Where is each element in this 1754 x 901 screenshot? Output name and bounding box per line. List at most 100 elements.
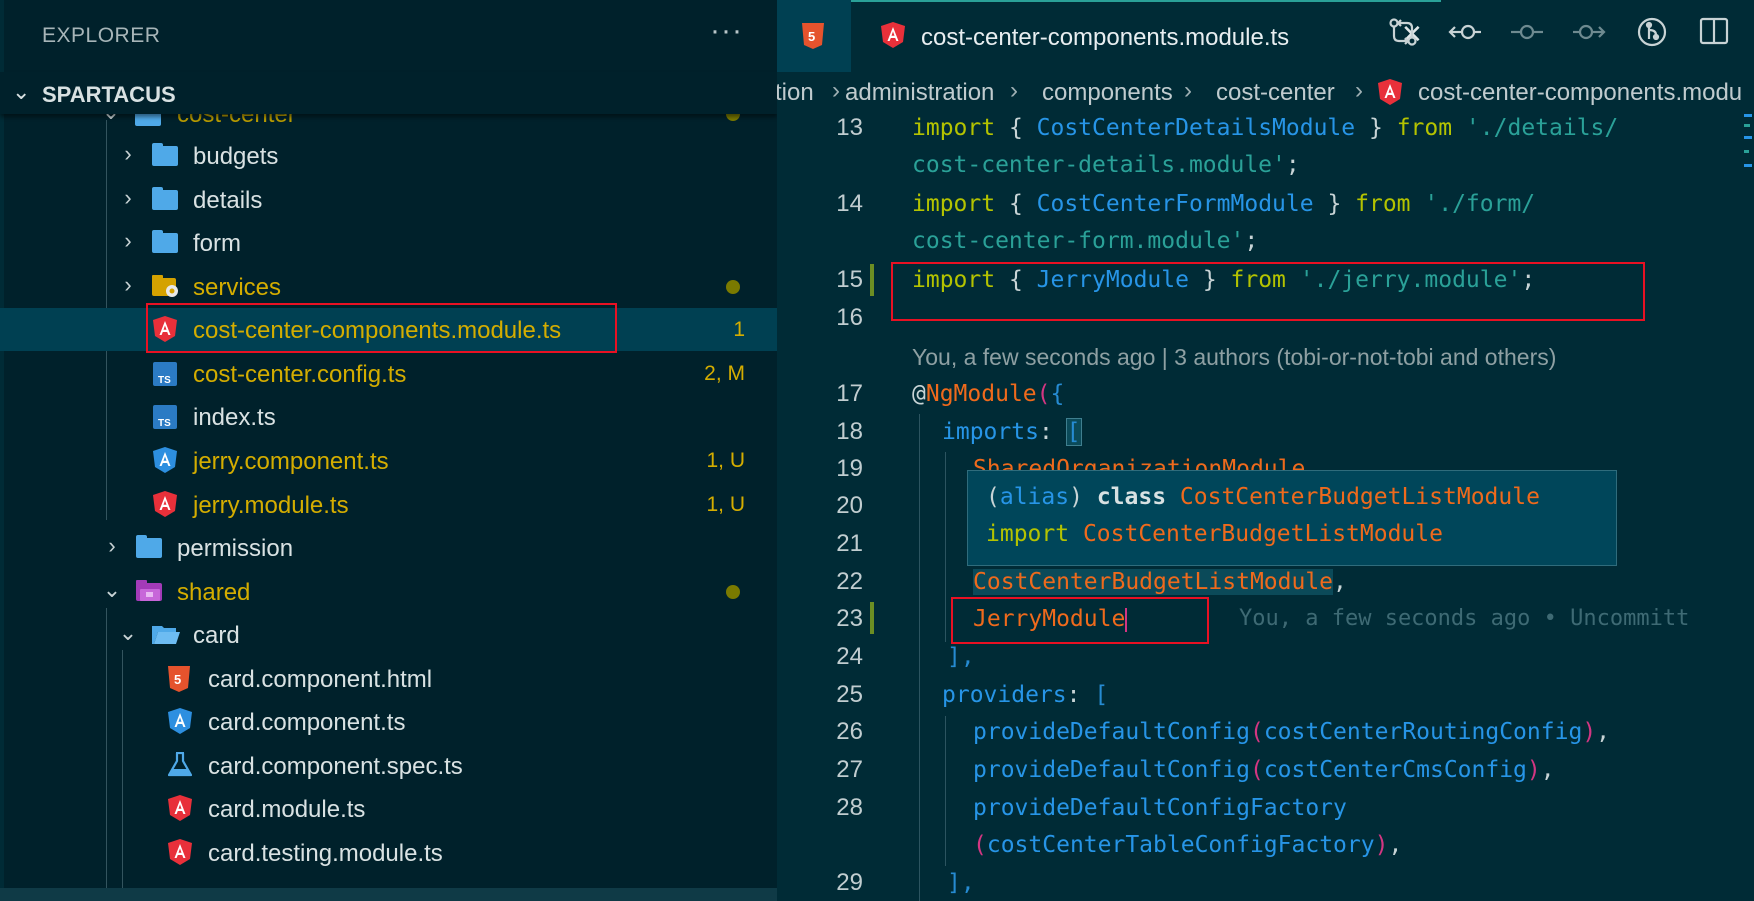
line-number: 17: [836, 380, 863, 407]
explorer-header: EXPLORER ···: [0, 0, 777, 72]
code-line: import { JerryModule } from './jerry.mod…: [912, 267, 1536, 293]
next-change-icon[interactable]: [1569, 16, 1609, 56]
indent-guide: [919, 414, 920, 901]
tree-item-shared[interactable]: ⌄ shared: [0, 570, 777, 613]
chevron-right-icon: ›: [124, 185, 132, 210]
typescript-icon: TS: [153, 405, 179, 429]
tree-item-label: card.testing.module.ts: [208, 840, 443, 867]
line-number: 29: [836, 869, 863, 896]
problem-count-badge: 1: [733, 318, 745, 341]
workspace-title: SPARTACUS: [42, 82, 176, 107]
svg-text:5: 5: [808, 29, 815, 44]
chevron-right-icon: ›: [1355, 77, 1363, 104]
folder-icon: [136, 535, 162, 558]
breadcrumb-item[interactable]: cost-center: [1216, 79, 1335, 107]
split-editor-icon[interactable]: [1694, 16, 1734, 56]
line-number: 18: [836, 418, 863, 445]
tree-item-card-component-html[interactable]: 5 card.component.html: [0, 657, 777, 700]
tree-item-label: card: [193, 622, 240, 649]
git-status-badge: 1, U: [706, 493, 745, 516]
angular-icon: [881, 22, 905, 53]
tree-item-label: budgets: [193, 143, 279, 170]
tree-item-permission[interactable]: › permission: [0, 526, 777, 569]
code-line: provideDefaultConfig(costCenterCmsConfig…: [973, 757, 1555, 783]
compare-changes-icon[interactable]: [1383, 16, 1423, 56]
tree-item-services[interactable]: › services: [0, 265, 777, 308]
code-line: provideDefaultConfig(costCenterRoutingCo…: [973, 719, 1611, 745]
angular-icon: [1378, 79, 1402, 110]
tree-item-jerry-module[interactable]: jerry.module.ts 1, U: [0, 483, 777, 526]
explorer-sidebar: ⌄ cost-center › budgets › details › form…: [0, 0, 777, 901]
git-commit-icon[interactable]: [1507, 16, 1547, 56]
git-status-badge: 2, M: [704, 362, 745, 385]
tab-title: cost-center-components.module.ts: [921, 24, 1290, 51]
git-blame-codelens[interactable]: You, a few seconds ago | 3 authors (tobi…: [912, 344, 1556, 371]
angular-icon: [168, 795, 194, 821]
text-cursor: [1125, 607, 1128, 632]
tree-item-label: card.module.ts: [208, 796, 366, 823]
code-line: (costCenterTableConfigFactory),: [973, 832, 1403, 858]
tree-item-jerry-component[interactable]: jerry.component.ts 1, U: [0, 439, 777, 482]
tab-active-file[interactable]: cost-center-components.module.ts ✕: [851, 0, 1441, 72]
breadcrumb-item[interactable]: cost-center-components.modu: [1418, 79, 1742, 107]
line-number: 26: [836, 718, 863, 745]
horizontal-scrollbar[interactable]: [0, 888, 777, 901]
svg-text:TS: TS: [158, 375, 171, 386]
workspace-section-header[interactable]: ⌄ SPARTACUS: [0, 72, 777, 114]
tree-item-card-component-ts[interactable]: card.component.ts: [0, 700, 777, 743]
angular-icon: [153, 491, 179, 517]
indent-guide: [945, 452, 946, 642]
tree-item-card[interactable]: ⌄ card: [0, 613, 777, 656]
more-actions-icon[interactable]: ···: [710, 14, 743, 48]
line-number: 15: [836, 266, 863, 293]
breadcrumb: tion › administration › components › cos…: [777, 72, 1754, 114]
tree-item-index[interactable]: TS index.ts: [0, 395, 777, 438]
services-folder-icon: [152, 275, 178, 299]
tree-item-card-component-spec[interactable]: card.component.spec.ts: [0, 744, 777, 787]
line-number: 22: [836, 568, 863, 595]
code-line: providers: [: [942, 682, 1109, 708]
tree-item-label: jerry.component.ts: [193, 448, 389, 475]
hover-tooltip: (alias) class CostCenterBudgetListModule…: [967, 470, 1617, 566]
git-status-badge: 1, U: [706, 449, 745, 472]
tree-item-card-module[interactable]: card.module.ts: [0, 787, 777, 830]
chevron-right-icon: ›: [124, 228, 132, 253]
code-line: ],: [947, 644, 975, 670]
chevron-right-icon: ›: [124, 141, 132, 166]
tree-item-label: card.component.ts: [208, 709, 406, 736]
line-number: 16: [836, 304, 863, 331]
breadcrumb-item[interactable]: administration: [845, 79, 994, 107]
git-added-indicator: [870, 264, 874, 296]
html-icon: 5: [168, 666, 194, 692]
chevron-down-icon: ⌄: [118, 620, 138, 645]
tree-item-details[interactable]: › details: [0, 178, 777, 221]
tree-item-label: jerry.module.ts: [193, 492, 349, 519]
tree-item-label: index.ts: [193, 404, 276, 431]
git-added-indicator: [870, 602, 874, 634]
tree-item-cost-center-config[interactable]: TS cost-center.config.ts 2, M: [0, 352, 777, 395]
typescript-icon: TS: [153, 362, 179, 386]
angular-icon: [168, 839, 194, 865]
code-line: ],: [947, 870, 975, 896]
timeline-icon[interactable]: [1632, 16, 1672, 56]
code-line: cost-center-form.module';: [912, 228, 1259, 254]
tree-item-budgets[interactable]: › budgets: [0, 134, 777, 177]
previous-change-icon[interactable]: [1445, 16, 1485, 56]
svg-text:TS: TS: [158, 418, 171, 429]
code-line: provideDefaultConfigFactory: [973, 795, 1347, 821]
breadcrumb-item[interactable]: components: [1042, 79, 1173, 107]
inline-blame: You, a few seconds ago • Uncommitt: [1239, 606, 1690, 631]
tree-item-cost-center-components-module[interactable]: cost-center-components.module.ts 1: [0, 308, 777, 351]
tree-item-form[interactable]: › form: [0, 221, 777, 264]
modified-dot: [726, 585, 740, 599]
tab-html-file[interactable]: 5: [777, 0, 851, 72]
angular-component-icon: [153, 447, 179, 473]
chevron-right-icon: ›: [1184, 77, 1192, 104]
svg-text:5: 5: [174, 672, 181, 687]
tree-item-card-testing-module[interactable]: card.testing.module.ts: [0, 831, 777, 874]
tree-item-label: card.component.html: [208, 666, 433, 693]
minimap[interactable]: [1742, 110, 1754, 180]
code-line: JerryModule: [973, 606, 1128, 632]
breadcrumb-item[interactable]: tion: [777, 79, 814, 107]
editor-area: 5 cost-center-components.module.ts ✕ tio…: [777, 0, 1754, 901]
